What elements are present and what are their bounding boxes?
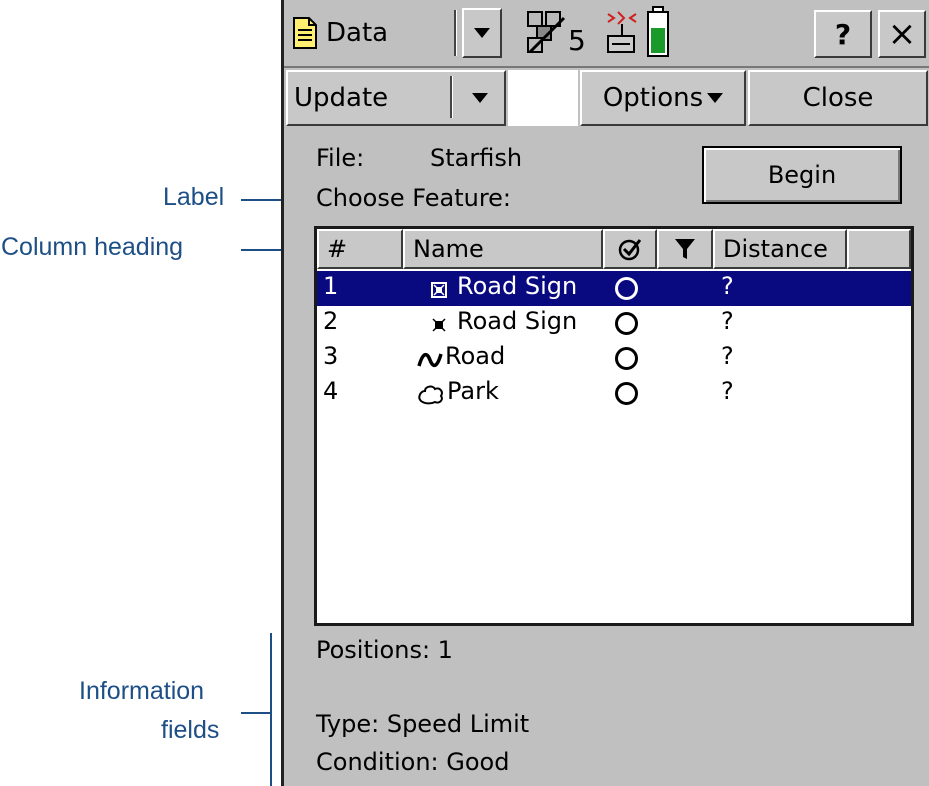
- column-header-filter[interactable]: [657, 229, 713, 269]
- status-circle-icon: [615, 277, 638, 300]
- battery-icon[interactable]: [646, 6, 670, 58]
- receiver-icon[interactable]: [602, 8, 642, 58]
- column-header-distance[interactable]: Distance: [713, 229, 847, 269]
- row-distance: ?: [721, 307, 734, 335]
- information-fields-callout-line: [241, 712, 271, 714]
- row-number: 2: [323, 307, 339, 335]
- label-callout: Label: [163, 183, 225, 211]
- column-header-empty: [847, 229, 911, 269]
- status-circle-icon: [615, 347, 638, 370]
- feature-row[interactable]: 4 Park?: [317, 376, 911, 411]
- point-feature-icon: [429, 278, 449, 306]
- data-section-button[interactable]: Data: [292, 6, 452, 60]
- row-number: 1: [323, 272, 339, 300]
- document-icon: [293, 17, 317, 49]
- condition-info: Condition: Good: [316, 748, 510, 776]
- data-label: Data: [326, 18, 389, 48]
- column-heading-callout: Column heading: [1, 233, 184, 261]
- row-distance: ?: [721, 377, 734, 405]
- begin-button[interactable]: Begin: [702, 146, 902, 204]
- options-label: Options: [602, 83, 704, 113]
- separator: [450, 76, 453, 118]
- row-name: Road Sign: [457, 307, 578, 335]
- options-button[interactable]: Options: [580, 70, 746, 126]
- chevron-down-icon: [474, 28, 490, 38]
- feature-row[interactable]: 3 Road?: [317, 341, 911, 376]
- row-number: 3: [323, 342, 339, 370]
- window-close-button[interactable]: ×: [878, 10, 926, 58]
- close-label: Close: [802, 83, 874, 113]
- feature-list[interactable]: # Name Distance 1 Road Sign? 2 Road Sign? 3 R…: [314, 226, 914, 626]
- update-dropdown-button[interactable]: [460, 76, 500, 120]
- positions-info: Positions: 1: [316, 636, 453, 664]
- chevron-down-icon: [472, 93, 488, 103]
- row-distance: ?: [721, 272, 734, 300]
- separator: [454, 10, 457, 56]
- information-fields-callout-line1: Information: [79, 677, 205, 705]
- column-header-status[interactable]: [603, 229, 657, 269]
- file-label: File:: [316, 144, 365, 172]
- status-circle-icon: [615, 382, 638, 405]
- information-fields-callout-line2: fields: [161, 716, 220, 744]
- feature-row[interactable]: 2 Road Sign?: [317, 306, 911, 341]
- menu-spacer: [508, 70, 578, 126]
- close-button[interactable]: Close: [748, 70, 928, 126]
- filter-icon: [675, 239, 695, 259]
- area-feature-icon: [417, 383, 445, 411]
- data-dropdown-button[interactable]: [462, 8, 502, 58]
- type-info: Type: Speed Limit: [316, 710, 530, 738]
- row-name: Road Sign: [457, 272, 578, 300]
- menu-bar: Update Options Close: [284, 68, 929, 128]
- satellite-count: 5: [568, 24, 586, 57]
- file-value: Starfish: [430, 144, 523, 172]
- help-button[interactable]: ?: [814, 10, 872, 58]
- device-screen: Data 5 ? × Update Options Close File: St…: [281, 0, 929, 786]
- small-point-feature-icon: [429, 313, 449, 341]
- status-circle-icon: [615, 312, 638, 335]
- row-name: Park: [447, 377, 499, 405]
- checkmark-circle-icon: [618, 239, 642, 261]
- row-number: 4: [323, 377, 339, 405]
- column-header-number[interactable]: #: [317, 229, 403, 269]
- status-bar: Data 5 ? ×: [284, 0, 929, 68]
- satellite-icon[interactable]: [524, 8, 570, 56]
- column-header-name[interactable]: Name: [403, 229, 603, 269]
- row-name: Road: [445, 342, 506, 370]
- line-feature-icon: [417, 348, 443, 376]
- choose-feature-label: Choose Feature:: [316, 184, 512, 212]
- row-distance: ?: [721, 342, 734, 370]
- feature-row[interactable]: 1 Road Sign?: [317, 271, 911, 306]
- chevron-down-icon: [707, 93, 724, 103]
- update-label: Update: [294, 83, 389, 113]
- information-fields-bracket: [270, 633, 272, 786]
